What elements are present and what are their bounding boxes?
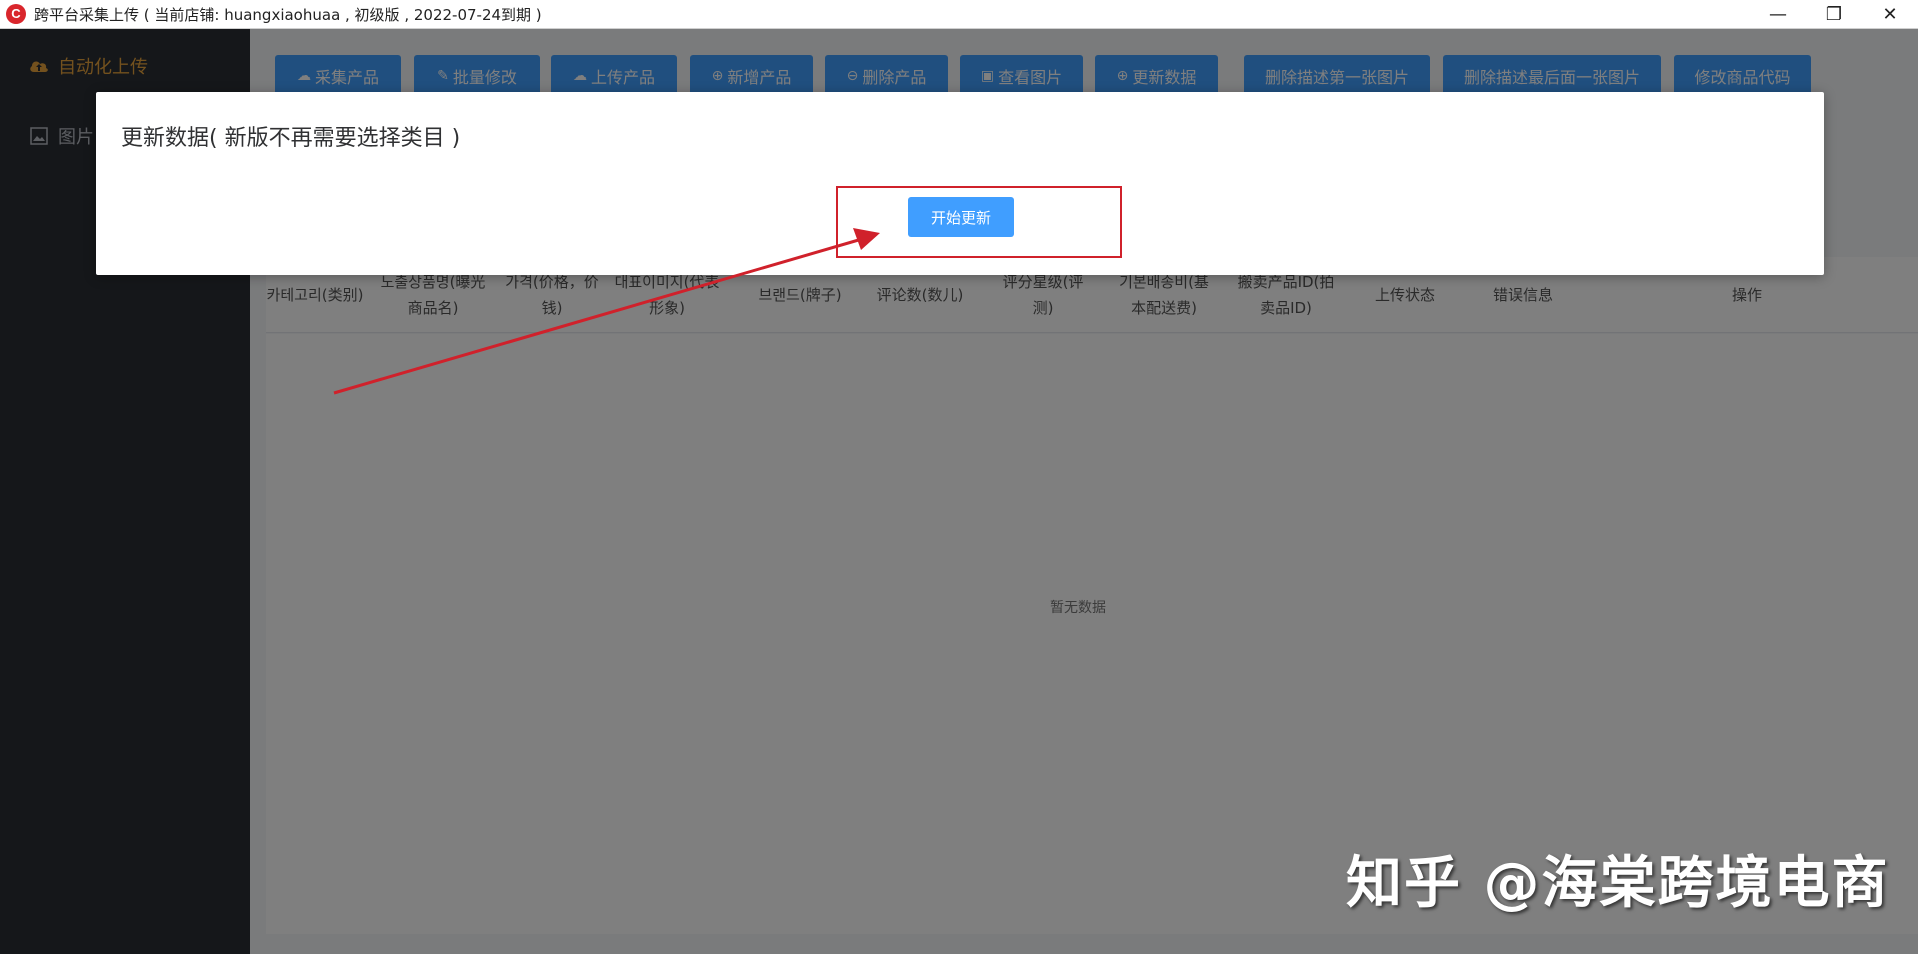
app-logo-icon: C	[6, 4, 26, 24]
restore-button[interactable]: ❐	[1806, 0, 1862, 29]
window-controls: — ❐ ✕	[1750, 0, 1918, 29]
update-data-dialog: 更新数据( 新版不再需要选择类目 ) 开始更新	[96, 92, 1824, 275]
window-title: 跨平台采集上传 ( 当前店铺: huangxiaohuaa , 初级版 , 20…	[34, 5, 542, 24]
dialog-title: 更新数据( 新版不再需要选择类目 )	[121, 126, 461, 151]
annotation-highlight-box	[836, 186, 1122, 258]
minimize-button[interactable]: —	[1750, 0, 1806, 29]
close-button[interactable]: ✕	[1862, 0, 1918, 29]
watermark-text: 知乎 @海棠跨境电商	[1346, 851, 1890, 916]
title-bar: C 跨平台采集上传 ( 当前店铺: huangxiaohuaa , 初级版 , …	[0, 0, 1918, 29]
